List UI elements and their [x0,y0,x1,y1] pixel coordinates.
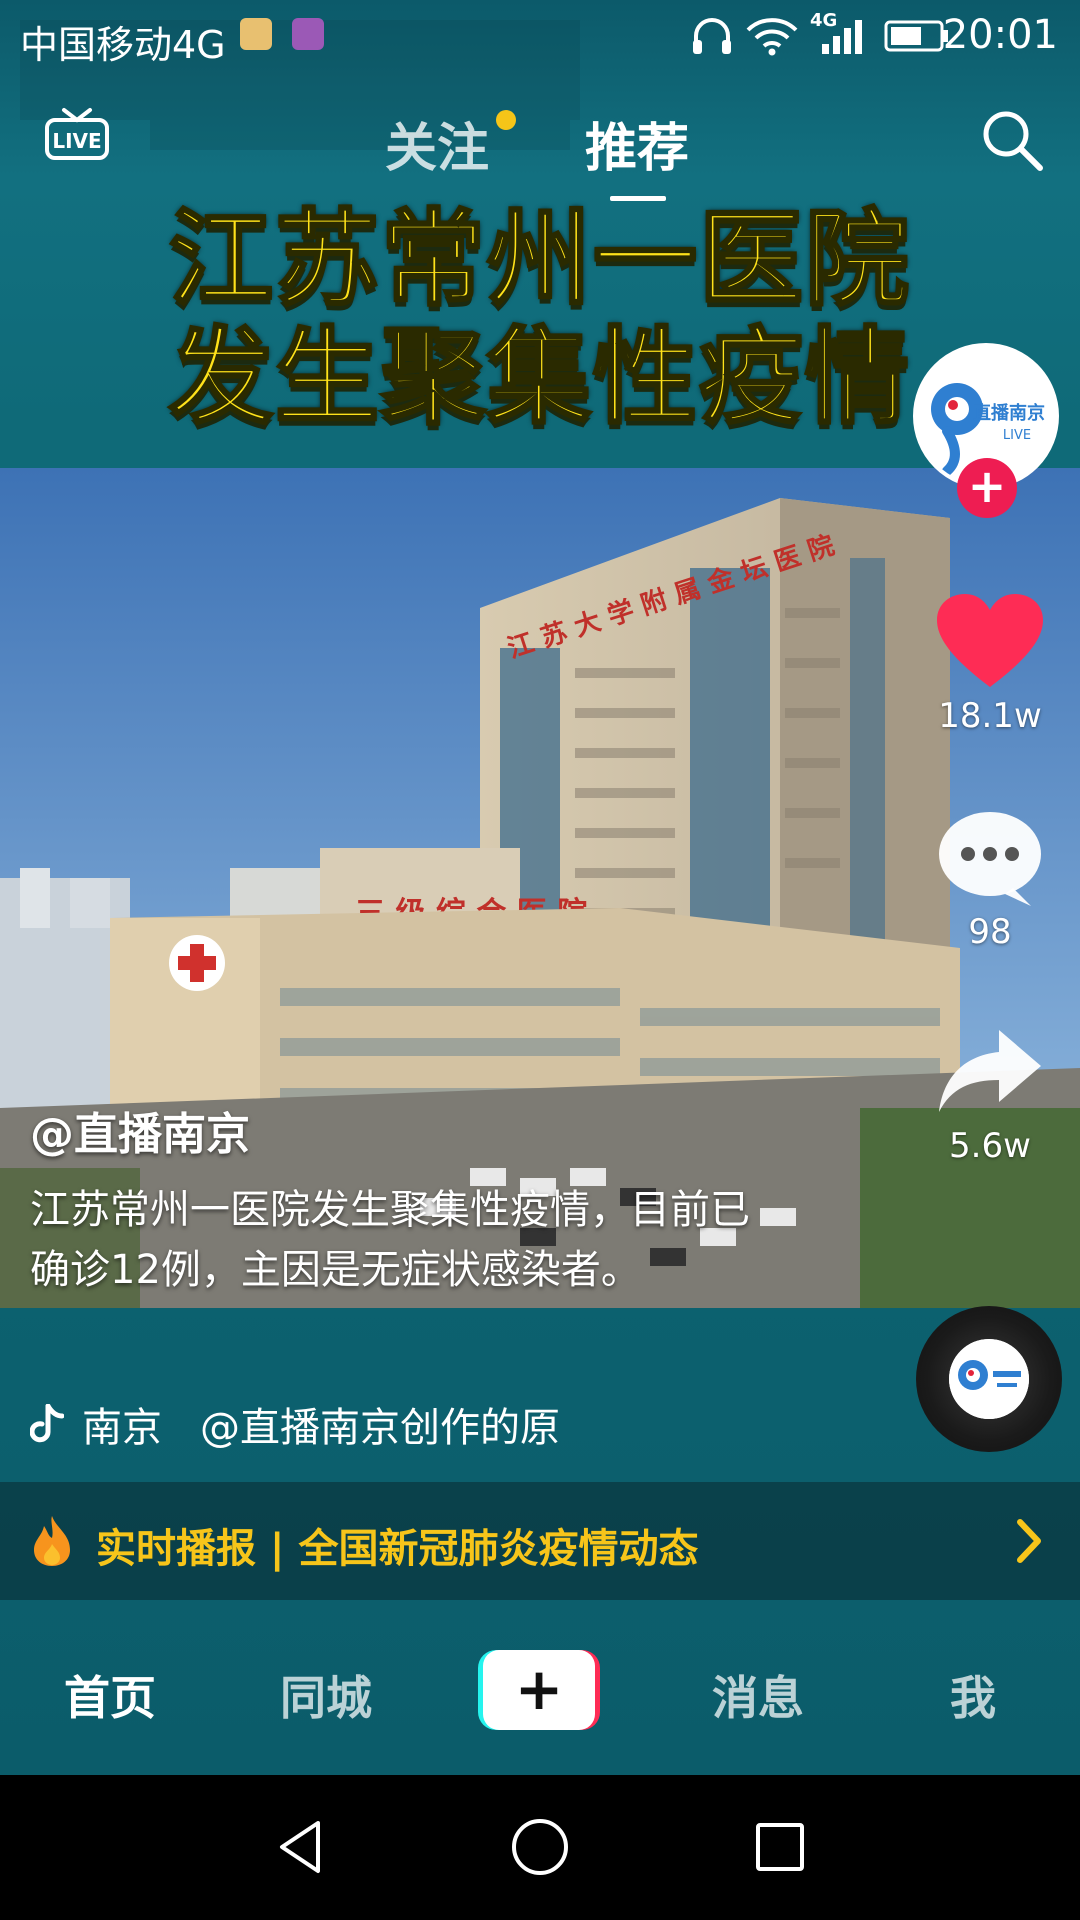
avatar-text: 直播南京 [973,402,1045,424]
recents-icon[interactable] [750,1817,810,1877]
new-content-dot [496,110,516,130]
chevron-right-icon[interactable] [1014,1518,1044,1564]
live-icon[interactable]: LIVE [44,104,110,162]
back-icon[interactable] [272,1817,332,1877]
gallery-app-icon [292,18,324,50]
wifi-icon [746,18,798,56]
tab-nearby[interactable]: 同城 [280,1662,372,1728]
home-icon[interactable] [510,1817,570,1877]
follow-button[interactable]: + [957,458,1017,518]
music-title[interactable]: @直播南京创作的原 [200,1395,560,1453]
headline-line-1: 江苏常州一医院 [167,198,911,320]
create-plus-label: + [483,1650,595,1730]
music-row[interactable]: 南京 @直播南京创作的原 [30,1395,560,1453]
video-feed-screen[interactable]: 中国移动4G 4G 20:01 LIVE 关注 推荐 江苏常州一医院 发生聚集性… [0,0,1080,1775]
like-count: 18.1w [938,696,1042,736]
tab-me[interactable]: 我 [950,1662,996,1728]
banner-text: 实时播报 | 全国新冠肺炎疫情动态 [96,1526,699,1572]
epidemic-banner[interactable]: 实时播报 | 全国新冠肺炎疫情动态 [0,1482,1080,1600]
heart-icon[interactable] [935,592,1045,692]
clock: 20:01 [942,12,1058,58]
tab-messages[interactable]: 消息 [712,1662,804,1728]
status-bar: 中国移动4G 4G 20:01 [0,0,1080,76]
share-count: 5.6w [949,1126,1031,1166]
tab-home[interactable]: 首页 [64,1662,156,1728]
comment-count: 98 [968,912,1012,952]
signal-icon [822,20,862,54]
tab-recommend[interactable]: 推荐 [585,106,689,181]
comment-action[interactable]: 98 [920,808,1060,952]
tab-follow[interactable]: 关注 [385,106,489,181]
system-nav-bar [0,1775,1080,1920]
search-icon[interactable] [978,106,1046,174]
live-label: LIVE [52,129,101,153]
fire-icon [34,1516,70,1566]
carrier-label: 中国移动4G [20,23,226,67]
disc-avatar [949,1339,1029,1419]
cleaner-app-icon [240,18,272,50]
bottom-tab-bar: 首页 同城 + 消息 我 [0,1610,1080,1775]
avatar-subtext: LIVE [1003,428,1031,443]
video-caption: 江苏常州一医院发生聚集性疫情，目前已确诊12例，主因是无症状感染者。 [30,1187,750,1293]
music-note-icon [30,1404,64,1443]
headline-line-2: 发生聚集性疫情 [167,316,911,438]
music-disc[interactable] [916,1306,1062,1452]
like-action[interactable]: 18.1w [920,592,1060,736]
share-action[interactable]: 5.6w [920,1022,1060,1166]
video-headline: 江苏常州一医院 发生聚集性疫情 [160,198,920,438]
comment-icon[interactable] [935,808,1045,908]
author-handle[interactable]: @直播南京 [30,1098,250,1162]
battery-icon [884,20,948,52]
create-button[interactable]: + [478,1650,600,1730]
location-label[interactable]: 南京 [82,1395,162,1453]
headphones-icon [693,18,731,54]
share-icon[interactable] [935,1022,1045,1122]
